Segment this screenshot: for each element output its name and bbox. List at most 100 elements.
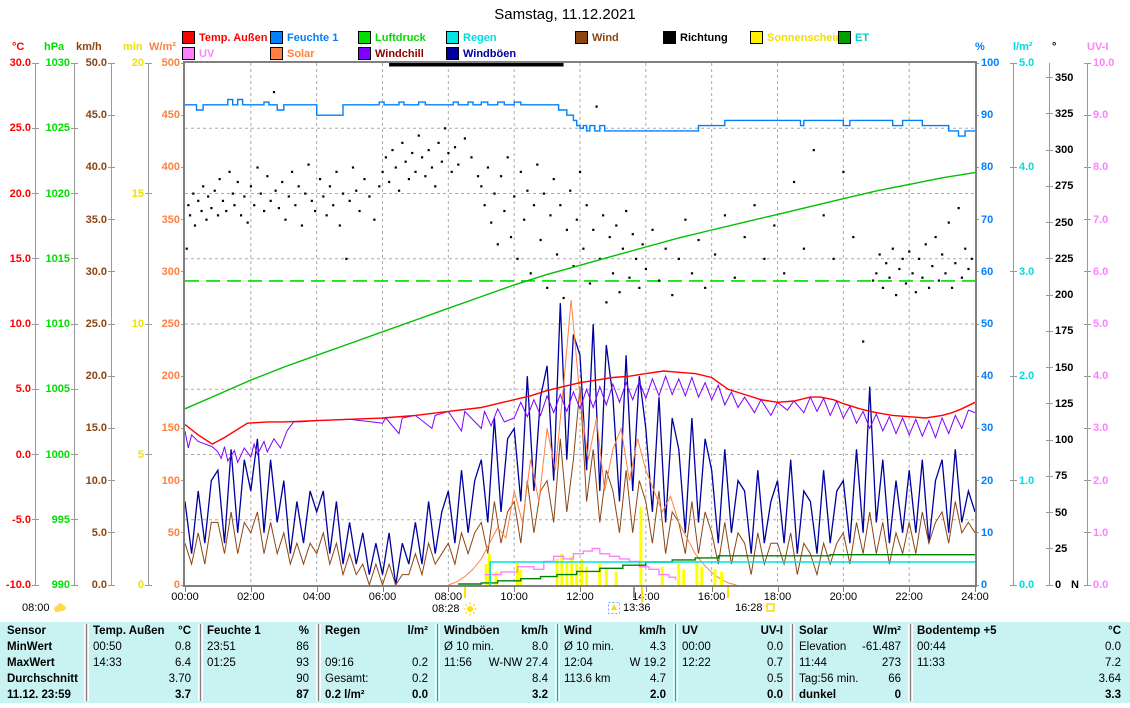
axis-tick-mark	[108, 428, 115, 429]
legend-label: Regen	[463, 32, 497, 44]
axis-tick-mark	[1084, 324, 1091, 325]
direction-dot	[691, 272, 693, 274]
x-axis-label: 02:00	[229, 591, 273, 603]
legend-item-uv: UV	[182, 47, 214, 60]
x-axis-label: 10:00	[492, 591, 536, 603]
table-cell-value: 3.70	[169, 673, 200, 685]
sunshine-bar	[720, 572, 723, 585]
direction-dot	[553, 178, 555, 180]
direction-dot	[281, 181, 283, 183]
direction-dot	[355, 190, 357, 192]
table-column-unit: km/h	[639, 625, 675, 637]
table-cell-value: 0.0	[1105, 641, 1130, 653]
direction-dot	[304, 193, 306, 195]
table-column-name: UV	[675, 625, 698, 637]
table-row: 3.2	[437, 687, 557, 703]
table-cell-value: 3.2	[532, 689, 557, 701]
table-row: 11:56W-NW 27.4	[437, 655, 557, 671]
legend-item-sonnenschein: Sonnenschein	[750, 31, 842, 44]
axis-tick-label: 325	[1055, 109, 1073, 120]
table-column-unit: °C	[1108, 625, 1130, 637]
table-cell-value: 273	[882, 657, 910, 669]
cloud-icon	[53, 603, 68, 614]
table-row-label-text: 11.12. 23:59	[0, 689, 71, 701]
sunshine-bar	[598, 564, 601, 585]
direction-dot	[319, 178, 321, 180]
direction-dot	[651, 229, 653, 231]
legend-swatch-icon	[182, 47, 195, 60]
axis-tick-label: 75	[1055, 471, 1067, 482]
table-cell-value: 3.64	[1099, 673, 1130, 685]
table-cell-time: 0.2 l/m²	[318, 689, 365, 701]
direction-dot	[307, 164, 309, 166]
direction-dot	[563, 297, 565, 299]
legend-item-richtung: Richtung	[663, 31, 728, 44]
table-cell-value: 0	[895, 689, 910, 701]
table-cell-value: -61.487	[862, 641, 910, 653]
table-column-feuchte-1: Feuchte 1%23:518601:25939087	[200, 622, 318, 703]
table-column-header: Feuchte 1%	[200, 623, 318, 639]
sunshine-bar	[565, 562, 568, 585]
axis-tick-mark	[1046, 331, 1053, 332]
table-cell-time: Ø 10 min.	[437, 641, 494, 653]
axis-tick-mark	[1084, 219, 1091, 220]
legend-swatch-icon	[446, 31, 459, 44]
table-column-header: Windböenkm/h	[437, 623, 557, 639]
table-row: 00:500.8	[86, 639, 200, 655]
direction-dot	[451, 171, 453, 173]
table-row-label: MinWert	[0, 639, 86, 655]
axis-tick-label: 30.0	[10, 58, 31, 69]
direction-dot	[507, 156, 509, 158]
sunshine-bar	[695, 562, 698, 585]
table-column-unit: %	[299, 625, 318, 637]
table-row: 23:5186	[200, 639, 318, 655]
direction-dot	[638, 287, 640, 289]
table-column-unit: UV-I	[761, 625, 792, 637]
direction-dot	[490, 222, 492, 224]
direction-dot	[247, 222, 249, 224]
direction-dot	[447, 152, 449, 154]
table-row: 3.3	[910, 687, 1130, 703]
table-cell-value: 7.2	[1105, 657, 1130, 669]
table-column-regen: Regenl/m²09:160.2Gesamt:0.20.2 l/m²0.0	[318, 622, 437, 703]
table-column-unit: km/h	[521, 625, 557, 637]
axis-tick-label: 5.0	[16, 384, 31, 395]
direction-dot	[414, 171, 416, 173]
axis-tick-label: -5.0	[12, 515, 31, 526]
direction-dot	[823, 214, 825, 216]
axis-tick-label: 30.0	[86, 267, 107, 278]
axis-tick-mark	[145, 63, 152, 64]
axis-tick-label: 0	[138, 580, 144, 591]
axis-tick-mark	[1046, 585, 1053, 586]
sunshine-bar	[713, 569, 716, 585]
axis-tick-label: 300	[1055, 145, 1073, 156]
table-row: 0.0	[675, 687, 792, 703]
sunrise-marker: 08:28	[432, 602, 477, 616]
direction-dot	[579, 171, 581, 173]
axis-unit-hPa: hPa	[44, 41, 64, 53]
axis-tick-label: 990	[52, 580, 70, 591]
table-cell-value: 0.8	[175, 641, 200, 653]
direction-dot	[322, 195, 324, 197]
axis-tick-label: 4.0	[1019, 162, 1034, 173]
direction-dot	[546, 287, 548, 289]
legend-label: Feuchte 1	[287, 32, 338, 44]
table-cell-value: W 19.2	[630, 657, 675, 669]
direction-dot	[207, 195, 209, 197]
axis-tick-label: 350	[162, 215, 180, 226]
table-row-label-text: MinWert	[0, 641, 52, 653]
direction-dot	[441, 161, 443, 163]
axis-line-°	[1049, 63, 1050, 586]
axis-tick-label: 1025	[46, 123, 70, 134]
axis-tick-mark	[1046, 77, 1053, 78]
table-column-windb-en: Windböenkm/hØ 10 min.8.011:56W-NW 27.48.…	[437, 622, 557, 703]
table-column-solar: SolarW/m²Elevation-61.48711:44273Tag:56 …	[792, 622, 910, 703]
sunshine-bar	[682, 569, 685, 585]
direction-dot	[411, 152, 413, 154]
direction-dot	[951, 287, 953, 289]
sunshine-bar	[677, 564, 680, 585]
direction-dot	[911, 272, 913, 274]
sunshine-bars	[485, 507, 723, 585]
sun-icon	[463, 602, 477, 616]
axis-line-°C	[35, 63, 36, 586]
